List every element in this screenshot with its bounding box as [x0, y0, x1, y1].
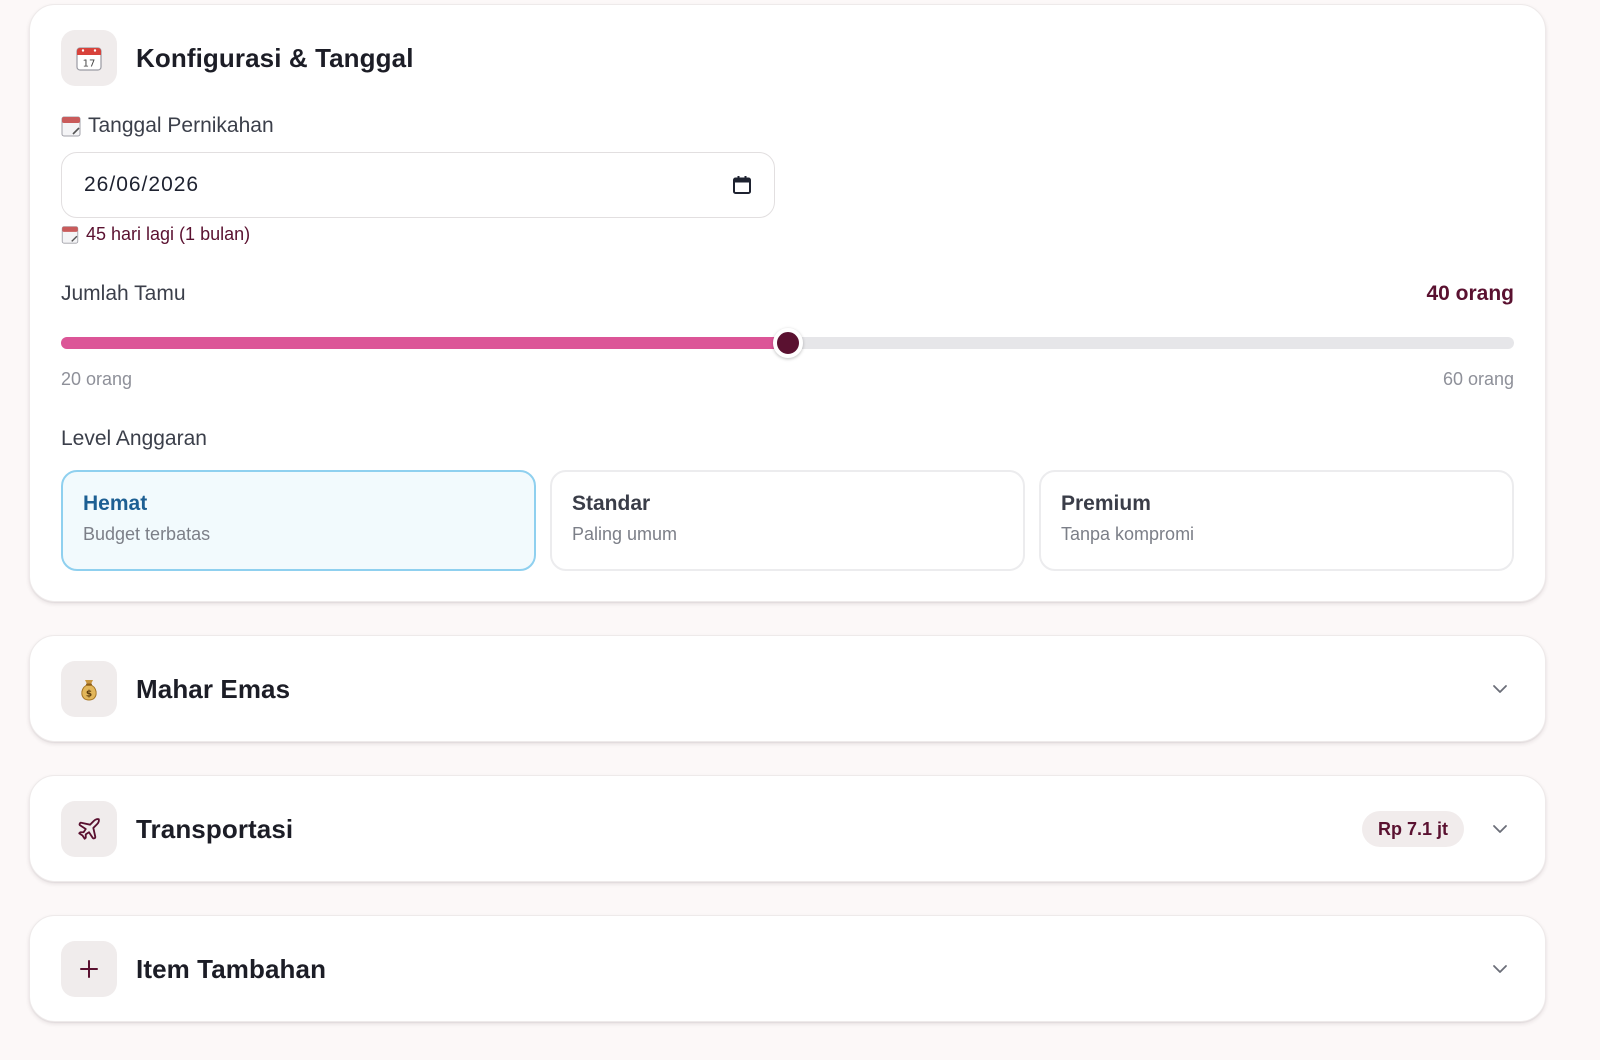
budget-option-subtitle: Budget terbatas [83, 524, 211, 544]
chevron-down-icon[interactable] [1488, 817, 1512, 841]
section-header[interactable]: Item Tambahan [61, 941, 1514, 997]
budget-option-premium[interactable]: Premium Tanpa kompromi [1039, 470, 1514, 571]
wedding-date-label: Tanggal Pernikahan [61, 114, 274, 138]
section-item-tambahan[interactable]: Item Tambahan [29, 915, 1546, 1022]
config-card-title: Konfigurasi & Tanggal [136, 42, 414, 73]
section-transportasi[interactable]: Transportasi Rp 7.1 jt [29, 775, 1546, 882]
section-title: Transportasi [136, 813, 294, 844]
svg-text:$: $ [86, 690, 92, 700]
money-bag-icon: $ [61, 661, 117, 717]
budget-option-standar[interactable]: Standar Paling umum [550, 470, 1025, 571]
total-badge: Rp 7.1 jt [1361, 811, 1464, 847]
guests-slider-thumb[interactable] [772, 328, 803, 358]
calendar-icon: 17 [61, 30, 117, 86]
guests-label: Jumlah Tamu [61, 282, 186, 305]
budget-option-subtitle: Paling umum [572, 524, 678, 544]
section-header[interactable]: $ Mahar Emas [61, 661, 1514, 717]
guests-slider[interactable] [61, 328, 1514, 358]
section-mahar-emas[interactable]: $ Mahar Emas [29, 635, 1546, 742]
budget-option-title: Premium [1061, 492, 1151, 515]
budget-options: Hemat Budget terbatas Standar Paling umu… [61, 470, 1514, 571]
section-header[interactable]: Transportasi Rp 7.1 jt [61, 801, 1514, 857]
guests-min-label: 20 orang [61, 369, 133, 389]
wedding-date-input[interactable]: 26/06/2026 [61, 152, 775, 218]
section-title: Item Tambahan [136, 953, 327, 984]
wedding-date-label-text: Tanggal Pernikahan [88, 114, 274, 137]
svg-text:17: 17 [83, 59, 96, 70]
wedding-date-value[interactable]: 26/06/2026 [84, 173, 732, 197]
config-card-header: 17 Konfigurasi & Tanggal [61, 30, 1514, 86]
guests-value: 40 orang [1426, 282, 1514, 305]
chevron-down-icon[interactable] [1488, 957, 1512, 981]
budget-option-hemat[interactable]: Hemat Budget terbatas [61, 470, 536, 571]
countdown-value: 45 hari lagi (1 bulan) [86, 224, 251, 244]
plane-icon [61, 801, 117, 857]
chevron-down-icon[interactable] [1488, 677, 1512, 701]
calendar-spiral-icon [61, 116, 81, 137]
budget-option-title: Hemat [83, 492, 148, 515]
plus-icon [61, 941, 117, 997]
budget-option-subtitle: Tanpa kompromi [1061, 524, 1195, 544]
budget-option-title: Standar [572, 492, 651, 515]
guests-max-label: 60 orang [1442, 369, 1514, 389]
budget-level-label: Level Anggaran [61, 427, 207, 450]
date-picker-icon[interactable] [732, 175, 752, 195]
guests-slider-fill [61, 337, 788, 349]
countdown-text: 45 hari lagi (1 bulan) [61, 224, 250, 245]
config-card: 17 Konfigurasi & Tanggal Tanggal Pernika… [29, 4, 1546, 602]
calendar-spiral-icon [61, 226, 79, 244]
section-title: Mahar Emas [136, 673, 291, 704]
